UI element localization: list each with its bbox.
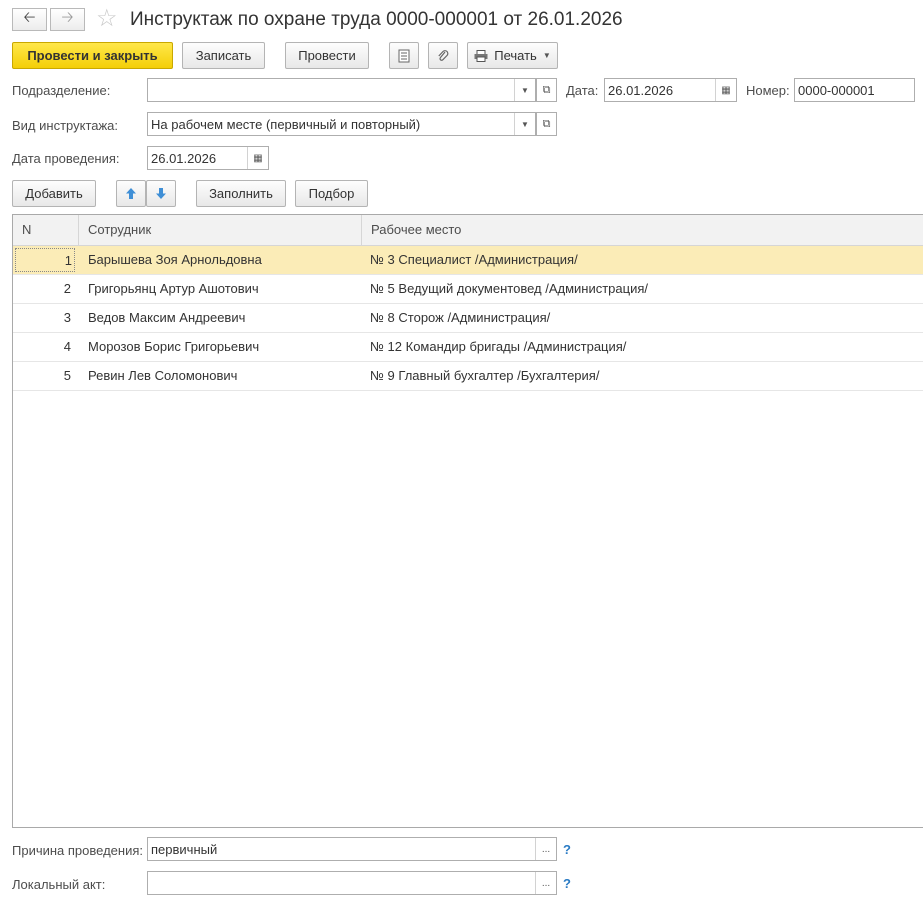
type-value: На рабочем месте (первичный и повторный): [151, 116, 421, 132]
table-row[interactable]: 5 Ревин Лев Соломонович № 9 Главный бухгал…: [13, 362, 923, 391]
calendar-icon[interactable]: ▦: [715, 79, 736, 101]
row-number: 2: [63, 281, 71, 296]
open-type-button[interactable]: ⧉: [536, 112, 557, 136]
add-button[interactable]: Добавить: [12, 180, 96, 207]
column-header-n[interactable]: N: [13, 215, 79, 245]
post-button[interactable]: Провести: [285, 42, 369, 69]
star-icon[interactable]: ☆: [96, 6, 118, 32]
print-button[interactable]: Печать ▼: [467, 42, 558, 69]
date-value: 26.01.2026: [608, 82, 674, 98]
division-field[interactable]: ▼: [147, 78, 536, 102]
forward-button[interactable]: 🡢: [50, 8, 85, 31]
move-down-button[interactable]: [146, 180, 176, 207]
local-act-help-icon[interactable]: ?: [563, 876, 571, 891]
reason-field[interactable]: первичный ...: [147, 837, 557, 861]
type-label: Вид инструктажа:: [12, 118, 119, 133]
arrow-down-icon: [156, 188, 166, 199]
local-act-field[interactable]: ...: [147, 871, 557, 895]
dropdown-arrow-icon: ▼: [542, 51, 551, 60]
reason-help-icon[interactable]: ?: [563, 842, 571, 857]
employee-cell: Барышева Зоя Арнольдовна: [88, 252, 262, 267]
printer-icon: [474, 49, 488, 62]
workplace-cell: № 8 Сторож /Администрация/: [370, 310, 551, 325]
employee-cell: Ведов Максим Андреевич: [88, 310, 246, 325]
table-row[interactable]: 4 Морозов Борис Григорьевич № 12 Командир …: [13, 333, 923, 362]
column-header-employee[interactable]: Сотрудник: [79, 215, 362, 245]
column-header-workplace[interactable]: Рабочее место: [362, 215, 923, 245]
back-button[interactable]: 🡠: [12, 8, 47, 31]
division-label: Подразделение:: [12, 83, 111, 98]
employee-cell: Морозов Борис Григорьевич: [88, 339, 260, 354]
workplace-cell: № 5 Ведущий документовед /Администрация/: [370, 281, 649, 296]
date-field[interactable]: 26.01.2026 ▦: [604, 78, 737, 102]
move-up-button[interactable]: [116, 180, 146, 207]
open-icon: ⧉: [542, 117, 551, 130]
fill-button[interactable]: Заполнить: [196, 180, 286, 207]
table-row[interactable]: 1 Барышева Зоя Арнольдовна № 3 Специалист …: [13, 246, 923, 275]
employees-table[interactable]: N Сотрудник Рабочее место 1 Барышева Зоя …: [12, 214, 923, 828]
held-date-field[interactable]: 26.01.2026 ▦: [147, 146, 269, 170]
paperclip-icon: [438, 49, 449, 61]
reason-label: Причина проведения:: [12, 843, 144, 858]
page-title: Инструктаж по охране труда 0000-000001 о…: [130, 9, 623, 30]
date-label: Дата:: [566, 83, 599, 98]
employee-cell: Ревин Лев Соломонович: [88, 368, 238, 383]
workplace-cell: № 3 Специалист /Администрация/: [370, 252, 578, 267]
post-and-close-button[interactable]: Провести и закрыть: [12, 42, 173, 69]
arrow-up-icon: [126, 188, 136, 199]
number-field[interactable]: 0000-000001: [794, 78, 915, 102]
type-field[interactable]: На рабочем месте (первичный и повторный)…: [147, 112, 536, 136]
attach-button[interactable]: [428, 42, 458, 69]
employee-cell: Григорьянц Артур Ашотович: [88, 281, 259, 296]
table-header: N Сотрудник Рабочее место: [13, 215, 923, 246]
row-number: 3: [63, 310, 71, 325]
document-list-icon: [398, 49, 410, 62]
dropdown-arrow-icon[interactable]: ▼: [514, 79, 535, 101]
held-date-value: 26.01.2026: [151, 150, 217, 166]
row-number: 1: [15, 248, 75, 272]
save-button[interactable]: Записать: [182, 42, 265, 69]
print-label: Печать: [494, 48, 537, 63]
select-ellipsis-icon[interactable]: ...: [535, 872, 556, 894]
open-icon: ⧉: [542, 83, 551, 96]
arrow-right-icon: 🡢: [61, 9, 74, 26]
table-row[interactable]: 3 Ведов Максим Андреевич № 8 Сторож /Админ…: [13, 304, 923, 333]
select-ellipsis-icon[interactable]: ...: [535, 838, 556, 860]
calendar-icon[interactable]: ▦: [247, 147, 268, 169]
reason-value: первичный: [151, 841, 218, 857]
dropdown-arrow-icon[interactable]: ▼: [514, 113, 535, 135]
number-label: Номер:: [746, 83, 790, 98]
workplace-cell: № 12 Командир бригады /Администрация/: [370, 339, 627, 354]
local-act-label: Локальный акт:: [12, 877, 106, 892]
row-number: 4: [63, 339, 71, 354]
row-number: 5: [63, 368, 71, 383]
list-button[interactable]: [389, 42, 419, 69]
table-row[interactable]: 2 Григорьянц Артур Ашотович № 5 Ведущий до…: [13, 275, 923, 304]
workplace-cell: № 9 Главный бухгалтер /Бухгалтерия/: [370, 368, 600, 383]
select-button[interactable]: Подбор: [295, 180, 368, 207]
held-date-label: Дата проведения:: [12, 151, 120, 166]
arrow-left-icon: 🡠: [23, 9, 36, 26]
open-division-button[interactable]: ⧉: [536, 78, 557, 102]
